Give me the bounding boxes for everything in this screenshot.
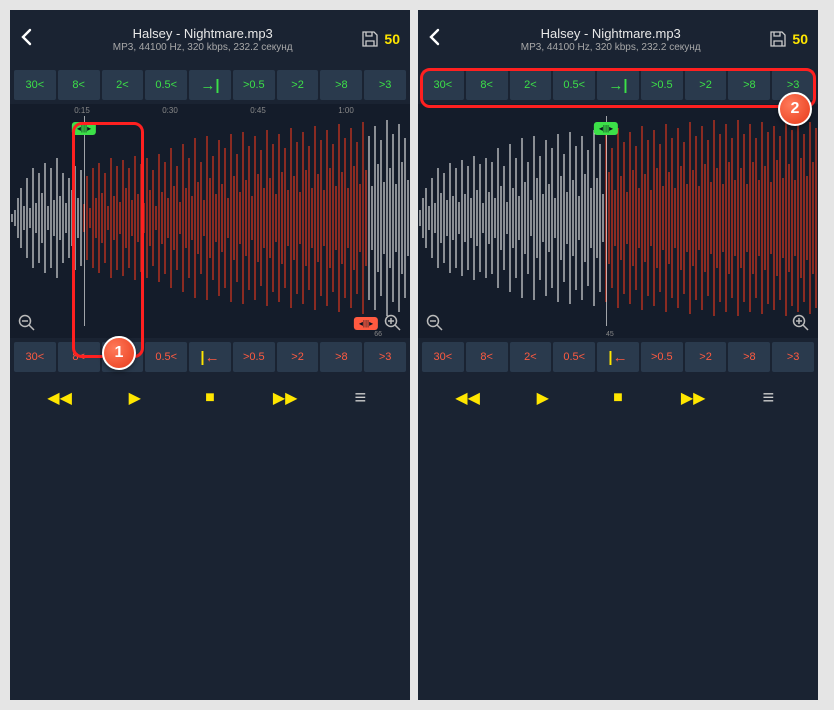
- nudge-end-fwd-30[interactable]: >3: [772, 342, 814, 372]
- playback-controls: ◀◀ ▶ ■ ▶▶ ≡: [418, 374, 818, 422]
- waveform-svg: [418, 118, 818, 318]
- save-count: 50: [792, 31, 808, 47]
- jump-to-end-icon[interactable]: |←: [189, 342, 231, 372]
- save-group[interactable]: 50: [361, 30, 400, 48]
- nudge-start-back-30[interactable]: 30<: [14, 70, 56, 100]
- nudge-start-back-2[interactable]: 2<: [102, 70, 144, 100]
- right-screenshot: Halsey - Nightmare.mp3 MP3, 44100 Hz, 32…: [418, 10, 818, 700]
- left-screenshot: Halsey - Nightmare.mp3 MP3, 44100 Hz, 32…: [10, 10, 410, 700]
- nudge-end-fwd-05[interactable]: >0.5: [641, 342, 683, 372]
- nudge-start-back-30[interactable]: 30<: [422, 70, 464, 100]
- stop-button[interactable]: ■: [602, 389, 634, 407]
- time-045: 0:45: [250, 106, 266, 115]
- zoom-in-icon[interactable]: [790, 312, 812, 334]
- end-marker-handle[interactable]: ◂|||▸: [354, 317, 378, 330]
- time-ruler: 0:15 0:30 0:45 1:00: [10, 106, 410, 118]
- badge-1: 1: [102, 336, 136, 370]
- save-icon: [769, 30, 787, 48]
- nudge-start-back-8[interactable]: 8<: [58, 70, 100, 100]
- start-nudge-row: 30< 8< 2< 0.5< →| >0.5 >2 >8 >3: [418, 68, 818, 102]
- nudge-start-fwd-2[interactable]: >2: [685, 70, 727, 100]
- nudge-end-back-05[interactable]: 0.5<: [145, 342, 187, 372]
- waveform[interactable]: 0:15 0:30 0:45 1:00: [10, 104, 410, 338]
- jump-to-end-icon[interactable]: |←: [597, 342, 639, 372]
- start-marker-handle[interactable]: ◂|||▸: [594, 122, 618, 135]
- time-030: 0:30: [162, 106, 178, 115]
- zoom-out-icon[interactable]: [16, 312, 38, 334]
- start-marker-handle[interactable]: ◂|||▸: [72, 122, 96, 135]
- nudge-start-fwd-30[interactable]: >3: [364, 70, 406, 100]
- nudge-end-fwd-30[interactable]: >3: [364, 342, 406, 372]
- time-015: 0:15: [74, 106, 90, 115]
- nudge-end-back-8[interactable]: 8<: [58, 342, 100, 372]
- nudge-start-back-05[interactable]: 0.5<: [145, 70, 187, 100]
- filename: Halsey - Nightmare.mp3: [44, 26, 361, 41]
- forward-button[interactable]: ▶▶: [269, 388, 301, 408]
- nudge-start-back-2[interactable]: 2<: [510, 70, 552, 100]
- play-button[interactable]: ▶: [527, 388, 559, 408]
- nudge-end-back-2[interactable]: 2<: [510, 342, 552, 372]
- tick-value: 45: [606, 331, 614, 338]
- menu-icon[interactable]: ≡: [752, 387, 784, 410]
- nudge-start-fwd-05[interactable]: >0.5: [641, 70, 683, 100]
- zoom-out-icon[interactable]: [424, 312, 446, 334]
- save-count: 50: [384, 31, 400, 47]
- title-block: Halsey - Nightmare.mp3 MP3, 44100 Hz, 32…: [452, 26, 769, 53]
- zoom-in-icon[interactable]: [382, 312, 404, 334]
- nudge-end-fwd-2[interactable]: >2: [277, 342, 319, 372]
- back-button[interactable]: [428, 28, 452, 51]
- file-meta: MP3, 44100 Hz, 320 kbps, 232.2 секунд: [452, 42, 769, 53]
- title-block: Halsey - Nightmare.mp3 MP3, 44100 Hz, 32…: [44, 26, 361, 53]
- nudge-start-fwd-05[interactable]: >0.5: [233, 70, 275, 100]
- jump-to-start-icon[interactable]: →|: [189, 70, 231, 100]
- rewind-button[interactable]: ◀◀: [44, 388, 76, 408]
- time-100: 1:00: [338, 106, 354, 115]
- nudge-start-fwd-8[interactable]: >8: [728, 70, 770, 100]
- nudge-end-back-05[interactable]: 0.5<: [553, 342, 595, 372]
- nudge-start-back-05[interactable]: 0.5<: [553, 70, 595, 100]
- end-nudge-row: 30< 8< 2< 0.5< |← >0.5 >2 >8 >3: [10, 340, 410, 374]
- tick-value: 66: [374, 331, 382, 338]
- nudge-end-fwd-8[interactable]: >8: [320, 342, 362, 372]
- waveform-svg: [10, 118, 410, 318]
- back-button[interactable]: [20, 28, 44, 51]
- start-marker-line[interactable]: [84, 116, 85, 326]
- nudge-start-fwd-2[interactable]: >2: [277, 70, 319, 100]
- save-icon: [361, 30, 379, 48]
- header: Halsey - Nightmare.mp3 MP3, 44100 Hz, 32…: [10, 10, 410, 68]
- nudge-start-fwd-8[interactable]: >8: [320, 70, 362, 100]
- nudge-end-fwd-05[interactable]: >0.5: [233, 342, 275, 372]
- menu-icon[interactable]: ≡: [344, 387, 376, 410]
- waveform[interactable]: ◂|||▸ 45: [418, 104, 818, 338]
- nudge-end-back-8[interactable]: 8<: [466, 342, 508, 372]
- nudge-end-fwd-8[interactable]: >8: [728, 342, 770, 372]
- nudge-end-back-30[interactable]: 30<: [422, 342, 464, 372]
- nudge-end-back-30[interactable]: 30<: [14, 342, 56, 372]
- file-meta: MP3, 44100 Hz, 320 kbps, 232.2 секунд: [44, 42, 361, 53]
- rewind-button[interactable]: ◀◀: [452, 388, 484, 408]
- filename: Halsey - Nightmare.mp3: [452, 26, 769, 41]
- nudge-start-back-8[interactable]: 8<: [466, 70, 508, 100]
- jump-to-start-icon[interactable]: →|: [597, 70, 639, 100]
- start-marker-line[interactable]: [606, 116, 607, 326]
- header: Halsey - Nightmare.mp3 MP3, 44100 Hz, 32…: [418, 10, 818, 68]
- forward-button[interactable]: ▶▶: [677, 388, 709, 408]
- end-nudge-row: 30< 8< 2< 0.5< |← >0.5 >2 >8 >3: [418, 340, 818, 374]
- stop-button[interactable]: ■: [194, 389, 226, 407]
- play-button[interactable]: ▶: [119, 388, 151, 408]
- playback-controls: ◀◀ ▶ ■ ▶▶ ≡: [10, 374, 410, 422]
- save-group[interactable]: 50: [769, 30, 808, 48]
- start-nudge-row: 30< 8< 2< 0.5< →| >0.5 >2 >8 >3: [10, 68, 410, 102]
- nudge-end-fwd-2[interactable]: >2: [685, 342, 727, 372]
- badge-2: 2: [778, 92, 812, 126]
